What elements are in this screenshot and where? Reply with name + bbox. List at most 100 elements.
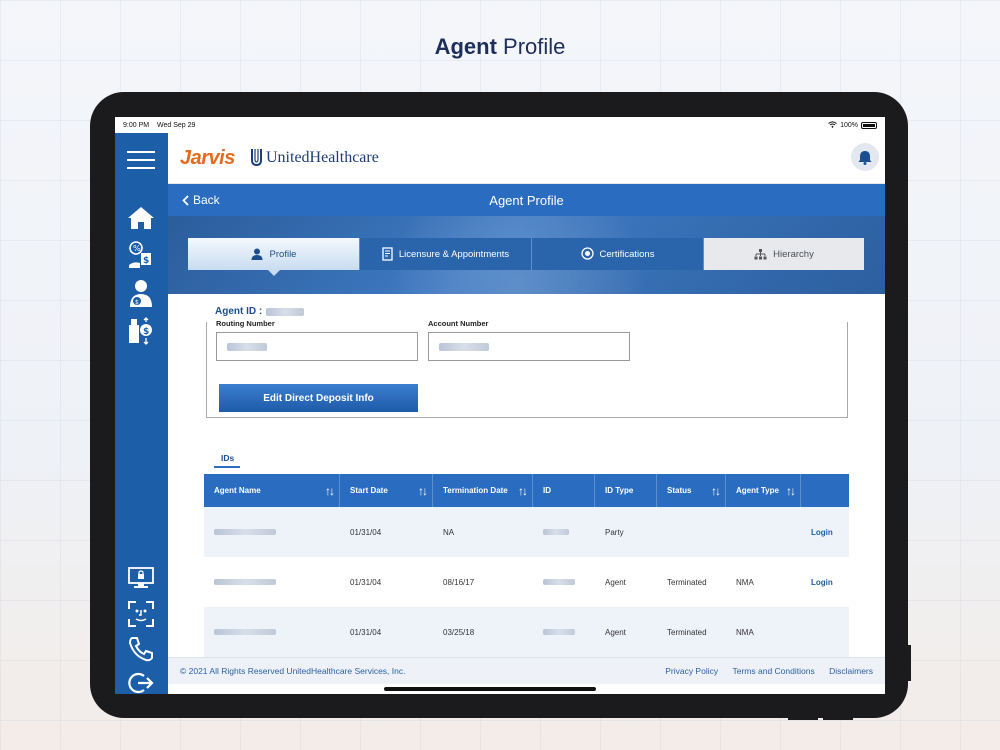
home-indicator[interactable] (384, 687, 596, 691)
col-agent-name[interactable]: Agent Name ↑↓ (204, 474, 340, 507)
col-status[interactable]: Status ↑↓ (657, 474, 726, 507)
secure-screen-icon[interactable] (126, 563, 156, 593)
battery-icon (861, 121, 877, 129)
cell-agent-name (204, 578, 340, 587)
cell-termination-date: NA (443, 527, 455, 537)
page-title: Agent Profile (0, 34, 1000, 60)
cell-status: Terminated (667, 577, 707, 587)
face-id-icon[interactable] (126, 599, 156, 629)
col-agent-name-label: Agent Name (214, 486, 261, 495)
svg-text:%: % (133, 244, 141, 253)
cell-start-date: 01/31/04 (350, 527, 382, 537)
account-number-redacted (439, 342, 489, 351)
agent-name-redacted (214, 628, 276, 635)
status-bar: 9:00 PM Wed Sep 29 100% (115, 117, 885, 133)
table-header: Agent Name ↑↓ Start Date ↑↓ Termination Da… (204, 474, 849, 507)
privacy-policy-link[interactable]: Privacy Policy (665, 666, 718, 676)
cell-id (533, 578, 595, 587)
sidebar: % $ $ $ (115, 133, 168, 694)
cell-id (533, 528, 595, 537)
phone-icon[interactable] (126, 634, 156, 664)
jarvis-logo: Jarvis (180, 147, 235, 169)
col-id-type[interactable]: ID Type (595, 474, 657, 507)
col-start-date-label: Start Date (350, 486, 388, 495)
agent-name-redacted (214, 578, 276, 585)
tab-licensure[interactable]: Licensure & Appointments (360, 238, 532, 270)
tab-licensure-label: Licensure & Appointments (398, 248, 510, 260)
sort-icon: ↑↓ (325, 483, 335, 498)
cell-start-date: 01/31/04 (350, 627, 382, 637)
tab-profile[interactable]: Profile (188, 238, 360, 276)
copyright-text: © 2021 All Rights Reserved UnitedHealthc… (180, 666, 406, 676)
table-row: 01/31/04 NA Party Login (204, 507, 849, 557)
disclaimers-link[interactable]: Disclaimers (829, 666, 873, 676)
table-row: 01/31/04 03/25/18 Agent Terminated NMA (204, 607, 849, 657)
cell-termination-date: 08/16/17 (443, 577, 475, 587)
footer-links: Privacy Policy Terms and Conditions Disc… (653, 666, 873, 676)
cell-termination-date: 03/25/18 (443, 627, 475, 637)
ids-table: Agent Name ↑↓ Start Date ↑↓ Termination Da… (204, 474, 849, 657)
col-termination-date[interactable]: Termination Date ↑↓ (433, 474, 533, 507)
routing-number-redacted (227, 342, 267, 351)
menu-icon[interactable] (126, 145, 156, 175)
notification-button[interactable] (851, 143, 879, 171)
tablet-side-button (906, 645, 911, 681)
id-redacted (543, 528, 569, 535)
col-id-type-label: ID Type (605, 486, 634, 495)
cell-id-type: Party (605, 527, 624, 537)
logout-icon[interactable] (126, 668, 156, 694)
cell-agent-name (204, 628, 340, 637)
col-id[interactable]: ID (533, 474, 595, 507)
cell-agent-name (204, 528, 340, 537)
cell-start-date: 01/31/04 (350, 577, 382, 587)
id-redacted (543, 628, 575, 635)
col-termination-date-label: Termination Date (443, 486, 508, 495)
agent-id-redacted (266, 307, 305, 316)
hero-banner: Profile Licensure & Appointments Certifi… (168, 216, 885, 294)
agent-profile-icon[interactable]: $ (126, 278, 156, 308)
uhc-logo-mark (251, 149, 262, 167)
transfer-icon[interactable]: $ (126, 317, 156, 347)
commission-icon[interactable]: % $ (126, 240, 156, 270)
table-row: 01/31/04 08/16/17 Agent Terminated NMA L… (204, 557, 849, 607)
login-link[interactable]: Login (801, 528, 849, 537)
status-time: 9:00 PM (123, 121, 150, 129)
document-icon (382, 247, 393, 261)
agent-name-redacted (214, 528, 276, 535)
tab-hierarchy[interactable]: Hierarchy (704, 238, 864, 270)
direct-deposit-card: Routing Number Account Number Edit Direc… (206, 319, 848, 418)
sort-icon: ↑↓ (786, 483, 796, 498)
account-number-field[interactable] (428, 332, 630, 361)
routing-number-label: Routing Number (216, 319, 275, 328)
battery-percent: 100% (840, 121, 858, 129)
svg-text:$: $ (135, 299, 139, 306)
app-screen: 9:00 PM Wed Sep 29 100% % $ $ $ Jarvis U… (115, 117, 885, 694)
routing-number-field[interactable] (216, 332, 418, 361)
svg-text:$: $ (143, 327, 149, 337)
terms-link[interactable]: Terms and Conditions (732, 666, 814, 676)
edit-direct-deposit-button[interactable]: Edit Direct Deposit Info (219, 384, 418, 412)
col-action (801, 474, 849, 507)
sort-icon: ↑↓ (518, 483, 528, 498)
col-agent-type[interactable]: Agent Type ↑↓ (726, 474, 801, 507)
cell-id-type: Agent (605, 577, 626, 587)
tablet-bottom-button-1 (788, 716, 818, 720)
col-id-label: ID (543, 486, 551, 495)
cell-id-type: Agent (605, 627, 626, 637)
status-date: Wed Sep 29 (157, 121, 196, 129)
hierarchy-icon (754, 248, 767, 259)
cell-agent-type: NMA (736, 577, 754, 587)
account-number-label: Account Number (428, 319, 489, 328)
home-icon[interactable] (126, 203, 156, 233)
col-start-date[interactable]: Start Date ↑↓ (340, 474, 433, 507)
bell-icon (858, 150, 872, 165)
ids-tab[interactable]: IDs (221, 453, 234, 463)
ids-tab-underline (214, 466, 240, 468)
svg-text:$: $ (143, 256, 149, 266)
user-icon (251, 248, 263, 260)
tab-certifications[interactable]: Certifications (532, 238, 704, 270)
agent-id: Agent ID : (215, 306, 305, 317)
profile-tabs: Profile Licensure & Appointments Certifi… (188, 238, 864, 276)
sort-icon: ↑↓ (711, 483, 721, 498)
login-link[interactable]: Login (801, 578, 849, 587)
